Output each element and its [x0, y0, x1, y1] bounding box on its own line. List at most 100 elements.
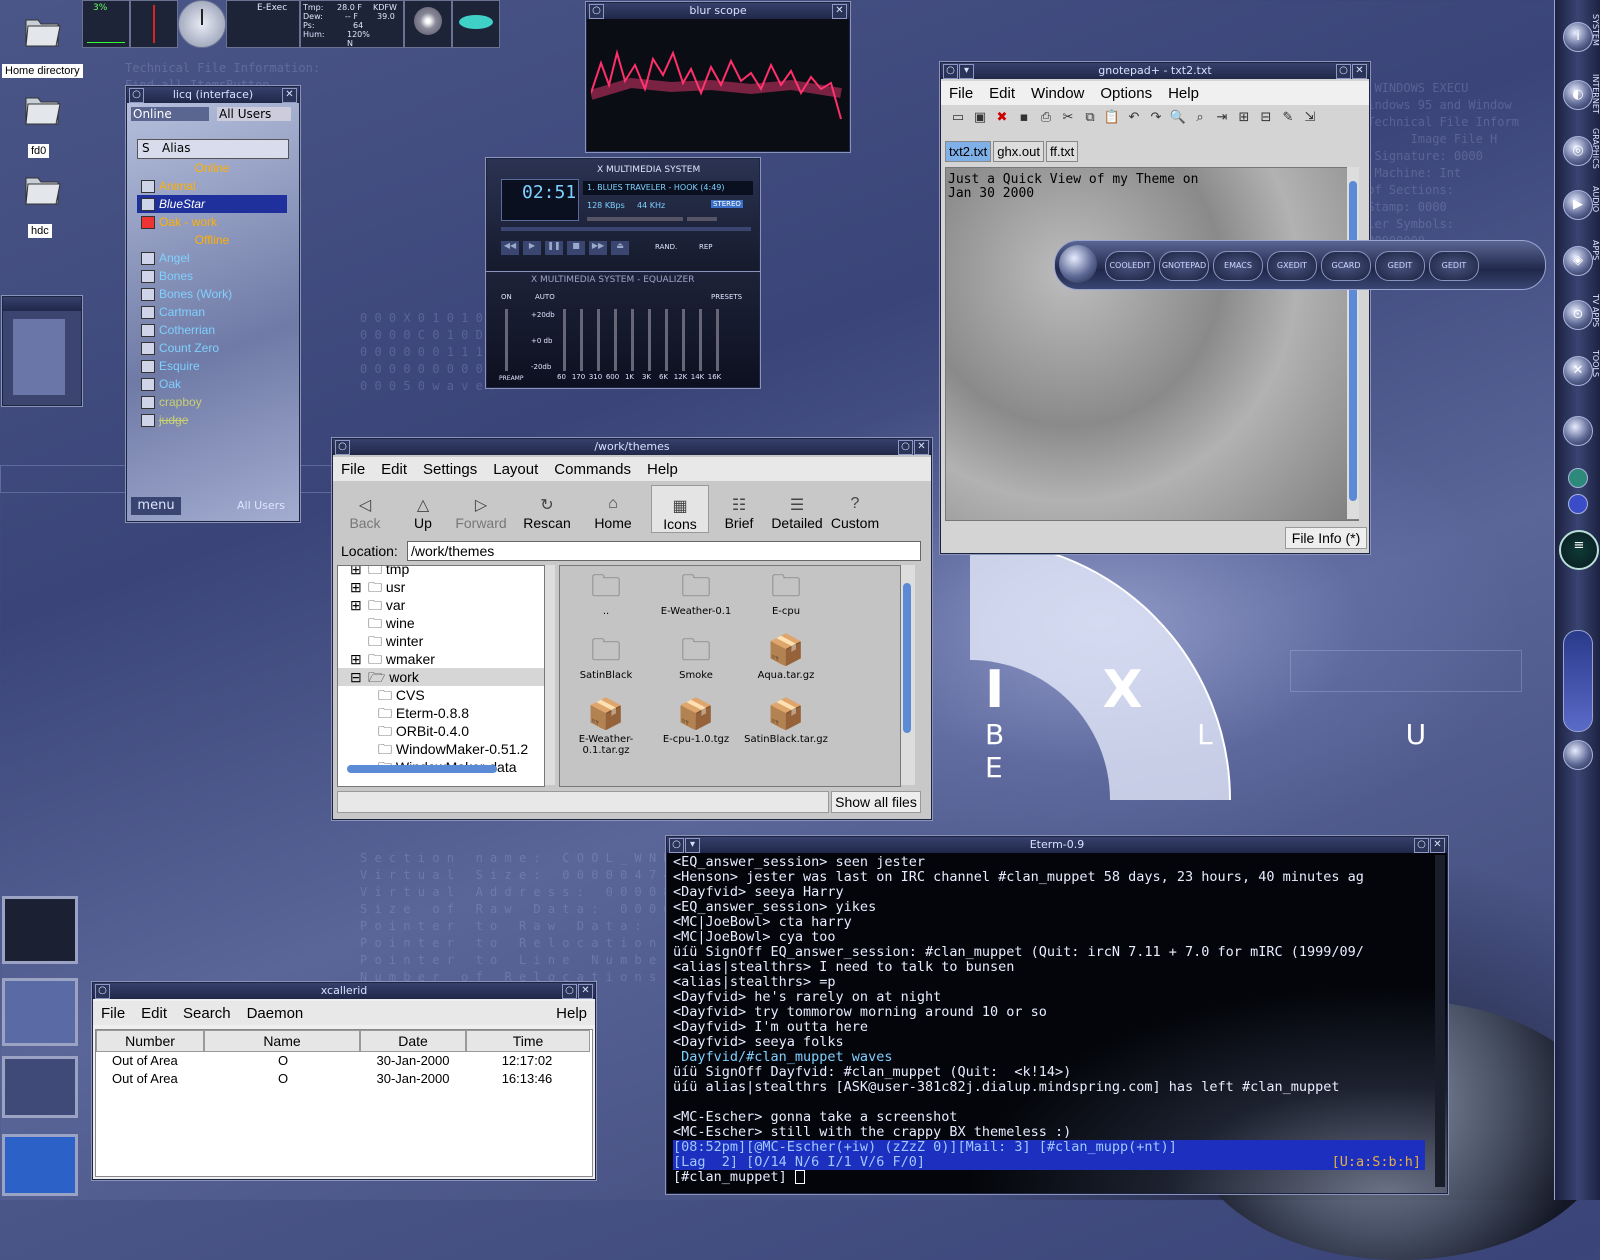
contact-item[interactable]: Count Zero	[137, 339, 287, 357]
launcher-gcard-button[interactable]: GCARD	[1321, 251, 1371, 281]
collapse-icon[interactable]: ⊟	[350, 668, 362, 686]
print-icon[interactable]: ⎙	[1037, 109, 1055, 127]
close-icon[interactable]: ✕	[832, 4, 847, 19]
menu-edit[interactable]: Edit	[981, 85, 1023, 102]
tree-item[interactable]: ⊞ 🗀 var	[338, 596, 544, 614]
maximize-icon[interactable]: ○	[562, 984, 577, 999]
fish-dockapp[interactable]	[452, 0, 500, 48]
pause-icon[interactable]: ❚❚	[545, 241, 563, 255]
launcher-emacs-button[interactable]: EMACS	[1213, 251, 1263, 281]
file-manager-window[interactable]: /work/themes ○ ○ ✕ File Edit Settings La…	[332, 438, 932, 820]
rescan-button[interactable]: ↻ Rescan	[519, 485, 575, 531]
contact-item[interactable]: Angel	[137, 249, 287, 267]
window-menu-icon[interactable]: ○	[129, 88, 144, 103]
column-status-header[interactable]: S	[142, 141, 150, 155]
location-input[interactable]	[407, 541, 921, 561]
up-button[interactable]: △ Up	[395, 485, 451, 531]
contact-item[interactable]: Oak - work	[137, 213, 287, 231]
launcher-gnotepad-button[interactable]: GNOTEPAD	[1159, 251, 1209, 281]
fd0-label[interactable]: fd0	[28, 144, 50, 158]
tree-scrollbar[interactable]	[545, 565, 555, 785]
gnotepad-window[interactable]: gnotepad+ - txt2.txt ○ ▾ ○ ✕ File Edit W…	[940, 62, 1370, 554]
prev-icon[interactable]: ◀◀	[501, 241, 519, 255]
find-replace-icon[interactable]: ⌕	[1191, 109, 1209, 127]
rep-button[interactable]: REP	[699, 243, 713, 251]
dock-slider[interactable]	[1563, 630, 1593, 732]
tree-item[interactable]: 🗀 wine	[338, 614, 544, 632]
licq-titlebar[interactable]: licq (interface)	[127, 87, 299, 103]
home-button[interactable]: ⌂ Home	[585, 485, 641, 531]
xmms-player-window[interactable]: X MULTIMEDIA SYSTEM 02:51 1. BLUES TRAVE…	[486, 158, 760, 272]
contact-item[interactable]: Animal	[137, 177, 287, 195]
new-window-icon[interactable]: ⊞	[1235, 109, 1253, 127]
file-item[interactable]: 📦 E-Weather-0.1.tar.gz	[564, 696, 648, 756]
rand-button[interactable]: RAND.	[655, 243, 677, 251]
contact-item[interactable]: crapboy	[137, 393, 287, 411]
shade-icon[interactable]: ▾	[959, 64, 974, 79]
eq-band-slider[interactable]	[682, 309, 685, 371]
show-all-files-button[interactable]: Show all files	[831, 791, 921, 813]
menu-search[interactable]: Search	[175, 1005, 239, 1022]
maximize-icon[interactable]: ○	[1414, 838, 1429, 853]
weather-dockapp[interactable]: Tmp: 28.0 F KDFW Dew: -- F 39.0 Ps: 64 H…	[300, 0, 404, 48]
home-directory-label[interactable]: Home directory	[2, 64, 83, 78]
menu-help[interactable]: Help	[639, 461, 686, 478]
file-item[interactable]: 📦 Aqua.tar.gz	[744, 632, 828, 681]
system-icon[interactable]: i	[1563, 22, 1593, 52]
close-icon[interactable]: ✕	[1352, 64, 1367, 79]
eq-presets-button[interactable]: PRESETS	[711, 293, 742, 301]
brief-view-button[interactable]: ☷ Brief	[711, 485, 767, 531]
close-icon[interactable]: ✕	[282, 88, 297, 103]
forward-button[interactable]: ▷ Forward	[453, 485, 509, 531]
exit-icon[interactable]: ⇲	[1301, 109, 1319, 127]
eq-preamp-slider[interactable]	[505, 309, 508, 371]
eq-on-button[interactable]: ON	[501, 293, 512, 301]
column-name-header[interactable]: Name	[204, 1030, 360, 1052]
xcallerid-titlebar[interactable]: xcallerid	[93, 983, 595, 999]
cpu-monitor[interactable]: 3%	[82, 0, 130, 48]
eject-icon[interactable]: ⏏	[611, 241, 629, 255]
file-view-scrollbar[interactable]	[901, 565, 915, 785]
contact-item[interactable]: Bones	[137, 267, 287, 285]
file-item[interactable]: 🗀 E-Weather-0.1	[654, 568, 738, 617]
tree-item[interactable]: 🗀 CVS	[338, 686, 544, 704]
file-manager-titlebar[interactable]: /work/themes	[333, 439, 931, 455]
scrollbar-thumb[interactable]	[1349, 181, 1357, 501]
contact-item[interactable]: judge	[137, 411, 287, 429]
eq-band-slider[interactable]	[614, 309, 617, 371]
stop-icon[interactable]: ■	[567, 241, 585, 255]
dock-bottom-icon[interactable]	[1563, 740, 1593, 770]
status-select[interactable]: Online	[131, 107, 209, 121]
menu-daemon[interactable]: Daemon	[239, 1005, 312, 1022]
seek-bar[interactable]	[501, 227, 751, 231]
hdc-label[interactable]: hdc	[28, 224, 52, 238]
tv-apps-icon[interactable]: ⊙	[1563, 300, 1593, 330]
menu-file[interactable]: File	[941, 85, 981, 102]
file-icon-view[interactable]: 🗀.. 🗀 E-Weather-0.1 🗀 E-cpu 🗀 SatinBlack 🗀 S…	[559, 565, 901, 787]
tree-item-selected[interactable]: ⊟ 🗁 work	[338, 668, 544, 686]
menu-file[interactable]: File	[93, 1005, 133, 1022]
menu-help[interactable]: Help	[1160, 85, 1207, 102]
contact-item[interactable]: Esquire	[137, 357, 287, 375]
column-time-header[interactable]: Time	[466, 1030, 590, 1052]
file-item[interactable]: 🗀 Smoke	[654, 632, 738, 681]
terminal-output[interactable]: <EQ_answer_session> seen jester <Henson>…	[673, 855, 1425, 1185]
xcallerid-window[interactable]: xcallerid ○ ○ ✕ File Edit Search Daemon …	[92, 982, 596, 1180]
graphics-icon[interactable]: ◎	[1563, 136, 1593, 166]
desktop-thumbnail[interactable]	[2, 896, 78, 964]
eq-band-slider[interactable]	[597, 309, 600, 371]
file-item[interactable]: 📦 E-cpu-1.0.tgz	[654, 696, 738, 745]
launcher-gedit-button-2[interactable]: GEDIT	[1429, 251, 1479, 281]
eterm-titlebar[interactable]: Eterm-0.9	[667, 837, 1447, 853]
menu-edit[interactable]: Edit	[373, 461, 415, 478]
launcher-cooledit-button[interactable]: COOLEDIT	[1105, 251, 1155, 281]
maximize-icon[interactable]: ○	[898, 440, 913, 455]
terminal-scrollbar[interactable]	[1435, 855, 1445, 1187]
column-number-header[interactable]: Number	[96, 1030, 204, 1052]
column-date-header[interactable]: Date	[360, 1030, 466, 1052]
clock-dockapp[interactable]	[178, 0, 226, 48]
contact-item[interactable]: Cotherrian	[137, 321, 287, 339]
expand-icon[interactable]: ⊞	[350, 650, 362, 668]
editor-scrollbar[interactable]	[1347, 167, 1359, 519]
tab-txt2[interactable]: txt2.txt	[945, 141, 992, 162]
